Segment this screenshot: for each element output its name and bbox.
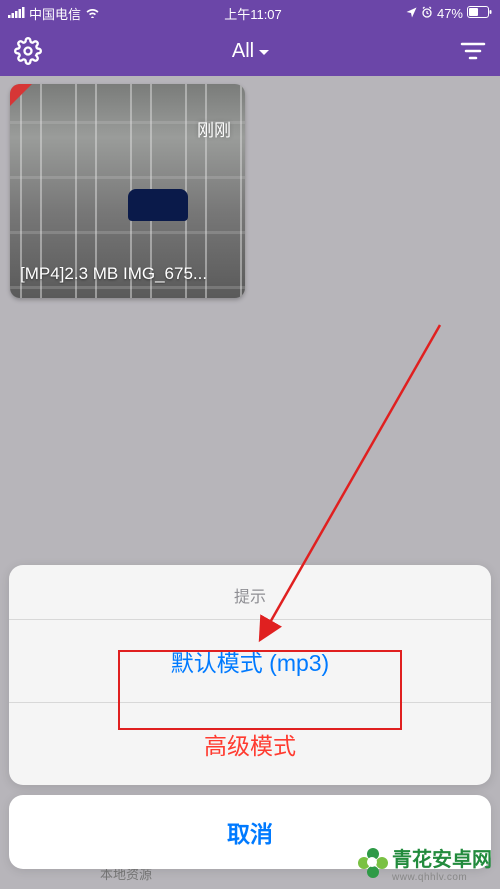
video-thumbnail[interactable]: 刚刚 [MP4]2.3 MB IMG_675... bbox=[10, 84, 245, 298]
watermark-brand: 青花安卓网 bbox=[392, 849, 492, 871]
wifi-icon bbox=[85, 6, 100, 21]
nav-title-dropdown[interactable]: All bbox=[232, 40, 270, 63]
chevron-down-icon bbox=[258, 40, 270, 63]
watermark: 青花安卓网 www.qhhlv.com bbox=[358, 843, 492, 883]
nav-bar: All bbox=[0, 26, 500, 76]
thumbnail-file-label: [MP4]2.3 MB IMG_675... bbox=[20, 264, 241, 284]
battery-icon bbox=[467, 6, 492, 21]
advanced-mode-button[interactable]: 高级模式 bbox=[9, 703, 491, 785]
status-bar: 中国电信 上午11:07 47% bbox=[0, 0, 500, 26]
watermark-logo-icon bbox=[358, 848, 388, 878]
location-icon bbox=[406, 6, 417, 21]
carrier-label: 中国电信 bbox=[29, 4, 81, 23]
nav-title-label: All bbox=[232, 40, 254, 63]
status-left: 中国电信 bbox=[8, 4, 100, 23]
battery-text: 47% bbox=[437, 6, 463, 21]
settings-button[interactable] bbox=[14, 37, 42, 65]
thumbnail-timestamp: 刚刚 bbox=[197, 116, 231, 141]
signal-icon bbox=[8, 6, 25, 21]
watermark-url: www.qhhlv.com bbox=[392, 872, 492, 883]
new-flag-icon bbox=[10, 84, 32, 106]
default-mode-button[interactable]: 默认模式 (mp3) bbox=[9, 620, 491, 703]
action-sheet: 提示 默认模式 (mp3) 高级模式 取消 bbox=[9, 565, 491, 869]
alarm-icon bbox=[421, 6, 433, 21]
filter-button[interactable] bbox=[460, 41, 486, 61]
action-sheet-title: 提示 bbox=[9, 565, 491, 620]
status-time: 上午11:07 bbox=[100, 4, 406, 23]
status-right: 47% bbox=[406, 6, 492, 21]
